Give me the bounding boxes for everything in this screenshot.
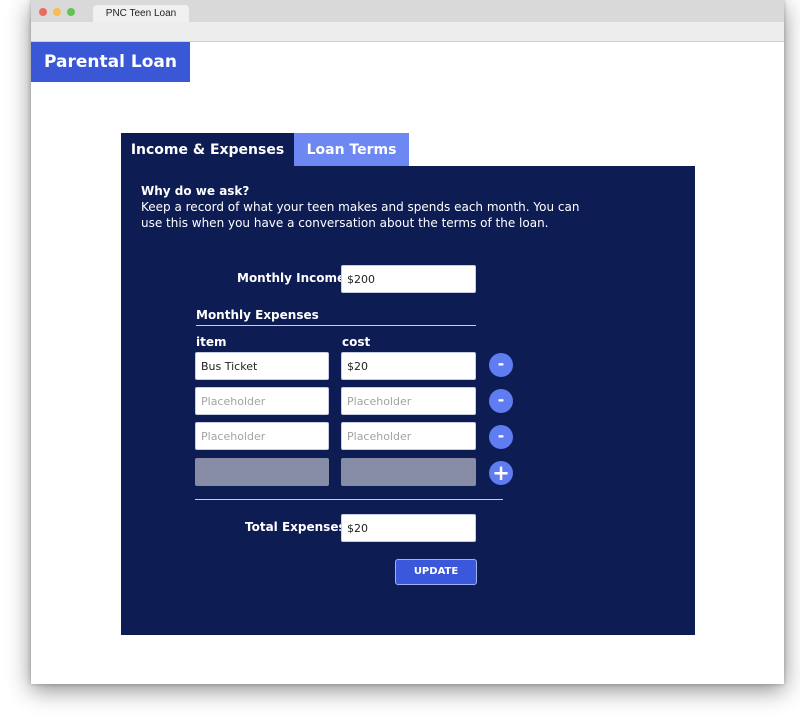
expense-item-input[interactable]	[195, 387, 329, 415]
new-expense-cost-slot	[341, 458, 476, 486]
monthly-expenses-title: Monthly Expenses	[196, 308, 319, 322]
remove-expense-button[interactable]: -	[489, 425, 513, 449]
title-bar: PNC Teen Loan	[31, 0, 784, 22]
cost-column-header: cost	[342, 335, 371, 349]
new-expense-item-slot	[195, 458, 329, 486]
total-expenses-input	[341, 514, 476, 542]
expense-cost-input[interactable]	[341, 352, 476, 380]
maximize-window-icon[interactable]	[67, 8, 75, 16]
intro-title: Why do we ask?	[141, 184, 250, 198]
update-button[interactable]: UPDATE	[395, 559, 477, 585]
expense-item-input[interactable]	[195, 422, 329, 450]
browser-tab[interactable]: PNC Teen Loan	[93, 5, 189, 22]
remove-expense-button[interactable]: -	[489, 389, 513, 413]
intro-text: Keep a record of what your teen makes an…	[141, 200, 580, 230]
minimize-window-icon[interactable]	[53, 8, 61, 16]
expense-cost-input[interactable]	[341, 387, 476, 415]
expense-cost-input[interactable]	[341, 422, 476, 450]
monthly-income-input[interactable]	[341, 265, 476, 293]
browser-toolbar	[31, 22, 784, 42]
monthly-income-label: Monthly Income	[237, 271, 346, 285]
tab-bar: Income & Expenses Loan Terms	[121, 133, 409, 166]
expense-item-input[interactable]	[195, 352, 329, 380]
brand-header: Parental Loan	[31, 42, 190, 82]
tab-income-expenses[interactable]: Income & Expenses	[121, 133, 294, 166]
close-window-icon[interactable]	[39, 8, 47, 16]
remove-expense-button[interactable]: -	[489, 353, 513, 377]
item-column-header: item	[196, 335, 227, 349]
add-expense-button[interactable]: +	[489, 461, 513, 485]
total-expenses-label: Total Expenses	[245, 520, 346, 534]
income-expenses-panel: Why do we ask? Keep a record of what you…	[121, 166, 695, 635]
expenses-total-divider	[195, 499, 503, 500]
expenses-title-divider	[196, 325, 476, 326]
tab-loan-terms[interactable]: Loan Terms	[294, 133, 409, 166]
browser-window: PNC Teen Loan Parental Loan Income & Exp…	[31, 0, 784, 684]
